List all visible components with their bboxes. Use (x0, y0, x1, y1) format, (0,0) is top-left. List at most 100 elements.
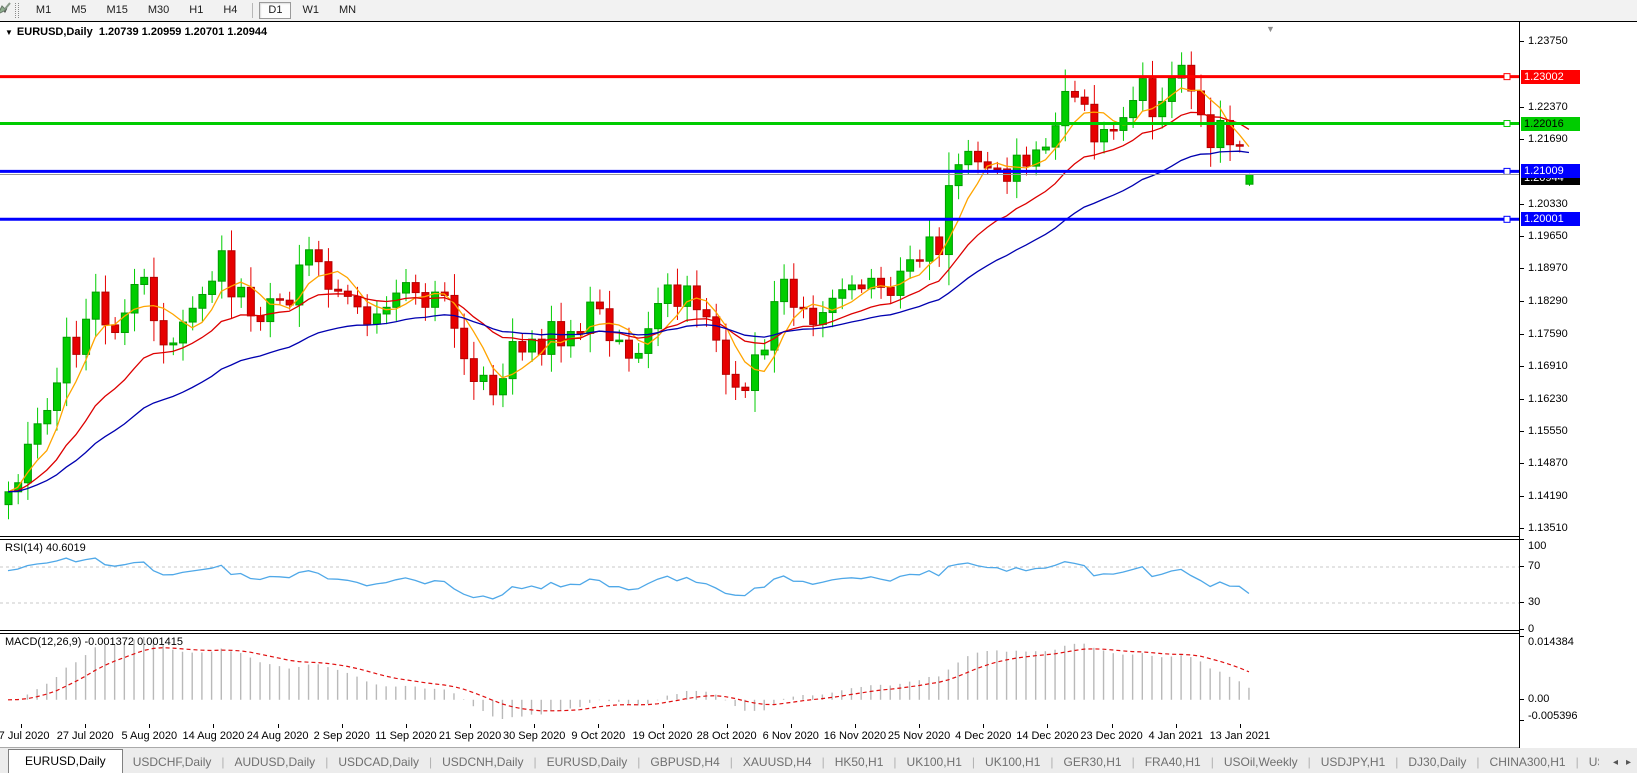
cursor-tool-icon[interactable] (0, 0, 12, 16)
tab-uk100-h1[interactable]: UK100,H1 (897, 751, 972, 773)
time-tick-mark (149, 724, 150, 728)
price-level-label-1.23002[interactable]: 1.23002 (1521, 70, 1580, 84)
rsi-canvas[interactable] (0, 540, 1519, 630)
time-tick-mark (406, 724, 407, 728)
tab-audusd-daily[interactable]: AUDUSD,Daily (225, 751, 326, 773)
date-tick-label: 6 Nov 2020 (763, 730, 819, 742)
price-tick-label: 1.18970 (1528, 262, 1568, 274)
rsi-scale-label: 30 (1528, 596, 1540, 608)
timeframe-button-m30[interactable]: M30 (139, 2, 178, 19)
tab-usdcad-daily[interactable]: USDCAD,Daily (328, 751, 429, 773)
date-tick-label: 4 Jan 2021 (1148, 730, 1202, 742)
price-axis[interactable]: 1.237501.223701.216901.203301.196501.189… (1519, 22, 1637, 748)
timeframe-button-mn[interactable]: MN (330, 2, 365, 19)
price-level-label-1.22016[interactable]: 1.22016 (1521, 117, 1580, 131)
axis-tick-mark (1520, 301, 1524, 302)
tab-usdjpy-h1[interactable]: USDJPY,H1 (1311, 751, 1395, 773)
time-tick-mark (470, 724, 471, 728)
axis-tick-mark (1520, 602, 1524, 603)
time-tick-mark (85, 724, 86, 728)
timeframe-button-m5[interactable]: M5 (62, 2, 95, 19)
axis-tick-mark (1520, 236, 1524, 237)
timeframe-button-m15[interactable]: M15 (97, 2, 136, 19)
time-tick-mark (855, 724, 856, 728)
date-tick-label: 14 Aug 2020 (183, 730, 245, 742)
timeframe-button-d1[interactable]: D1 (259, 2, 291, 19)
tab-eurusd-daily[interactable]: EURUSD,Daily (537, 751, 638, 773)
tab-usdchf-daily[interactable]: USDCHF,Daily (123, 751, 222, 773)
timeframe-button-group: M1M5M15M30H1H4 D1W1MN (26, 2, 366, 19)
axis-tick-mark (1520, 268, 1524, 269)
date-tick-label: 14 Dec 2020 (1016, 730, 1078, 742)
tab-ger30-h1[interactable]: GER30,H1 (1054, 751, 1132, 773)
panel-separator[interactable] (0, 536, 1637, 537)
time-tick-mark (983, 724, 984, 728)
price-tick-label: 1.14870 (1528, 457, 1568, 469)
date-tick-label: 25 Nov 2020 (888, 730, 950, 742)
tab-xauusd-h4[interactable]: XAUUSD,H4 (733, 751, 822, 773)
price-level-label-1.21009[interactable]: 1.21009 (1521, 164, 1580, 178)
date-tick-label: 30 Sep 2020 (503, 730, 565, 742)
toolbar-separator (252, 3, 253, 18)
toolbar-grip (15, 3, 19, 18)
ma-line-medium (8, 112, 1249, 491)
axis-tick-mark (1520, 41, 1524, 42)
date-tick-label: 5 Aug 2020 (121, 730, 177, 742)
timeframe-button-h4[interactable]: H4 (214, 2, 246, 19)
date-tick-label: 23 Dec 2020 (1080, 730, 1142, 742)
tab-hk50-h1[interactable]: HK50,H1 (825, 751, 894, 773)
symbol-caret-icon[interactable]: ▼ (5, 28, 13, 37)
time-tick-mark (213, 724, 214, 728)
tab-gbpusd-h4[interactable]: GBPUSD,H4 (640, 751, 729, 773)
time-tick-mark (1112, 724, 1113, 728)
tab-fra40-h1[interactable]: FRA40,H1 (1135, 751, 1211, 773)
axis-tick-mark (1520, 566, 1524, 567)
price-tick-label: 1.21690 (1528, 133, 1568, 145)
timeframe-button-h1[interactable]: H1 (180, 2, 212, 19)
date-tick-label: 9 Oct 2020 (571, 730, 625, 742)
price-tick-label: 1.18290 (1528, 295, 1568, 307)
tab-scroll-left-icon[interactable]: ◂ (1613, 757, 1618, 768)
macd-scale-label: 0.00 (1528, 693, 1549, 705)
tab-dj30-daily[interactable]: DJ30,Daily (1398, 751, 1476, 773)
price-tick-label: 1.19650 (1528, 230, 1568, 242)
rsi-panel[interactable]: RSI(14) 40.6019 (0, 539, 1519, 631)
tab-usdcnh-daily[interactable]: USDCNH,Daily (432, 751, 533, 773)
rsi-label: RSI(14) 40.6019 (5, 542, 86, 554)
tab-scroll-right-icon[interactable]: ▸ (1626, 757, 1631, 768)
date-tick-label: 2 Sep 2020 (314, 730, 370, 742)
rsi-scale-label: 100 (1528, 540, 1546, 552)
tab-eurusd-daily-active[interactable]: EURUSD,Daily (8, 749, 123, 773)
time-tick-mark (21, 724, 22, 728)
time-tick-mark (791, 724, 792, 728)
price-chart-panel[interactable]: ▼ EURUSD,Daily 1.20739 1.20959 1.20701 1.… (0, 23, 1519, 536)
rsi-scale-label: 0 (1528, 623, 1534, 635)
tab-uk100-h1[interactable]: UK100,H1 (975, 751, 1050, 773)
macd-panel[interactable]: MACD(12,26,9) -0.001372 0.001415 (0, 633, 1519, 725)
axis-tick-mark (1520, 720, 1524, 721)
tab-usoil-weekly[interactable]: USOil,Weekly (1214, 751, 1308, 773)
axis-tick-mark (1520, 431, 1524, 432)
candlestick-canvas[interactable] (0, 23, 1519, 536)
date-tick-label: 13 Jan 2021 (1210, 730, 1271, 742)
time-tick-mark (727, 724, 728, 728)
tab-china300-h1[interactable]: CHINA300,H1 (1480, 751, 1576, 773)
time-tick-mark (663, 724, 664, 728)
mt4-window: ▼ M1M5M15M30H1H4 D1W1MN ▼ EURUSD,Daily 1.2… (0, 0, 1637, 773)
macd-label: MACD(12,26,9) -0.001372 0.001415 (5, 636, 183, 648)
price-tick-label: 1.17590 (1528, 328, 1568, 340)
time-tick-mark (919, 724, 920, 728)
macd-canvas[interactable] (0, 634, 1519, 724)
timeframe-button-m1[interactable]: M1 (27, 2, 60, 19)
axis-tick-mark (1520, 399, 1524, 400)
chart-ohlc-values: 1.20739 1.20959 1.20701 1.20944 (99, 26, 267, 38)
timeframe-button-w1[interactable]: W1 (293, 2, 328, 19)
date-tick-label: 4 Dec 2020 (955, 730, 1011, 742)
date-tick-label: 21 Sep 2020 (439, 730, 501, 742)
toolbar: ▼ M1M5M15M30H1H4D1W1MN (0, 0, 1637, 22)
ma-line-fast (8, 88, 1249, 492)
price-level-label-1.20001[interactable]: 1.20001 (1521, 212, 1580, 226)
time-axis[interactable]: 17 Jul 202027 Jul 20205 Aug 202014 Aug 2… (0, 724, 1519, 748)
chart-symbol-label: EURUSD,Daily (17, 26, 93, 38)
chart-shift-marker-icon[interactable]: ▼ (1266, 24, 1275, 34)
